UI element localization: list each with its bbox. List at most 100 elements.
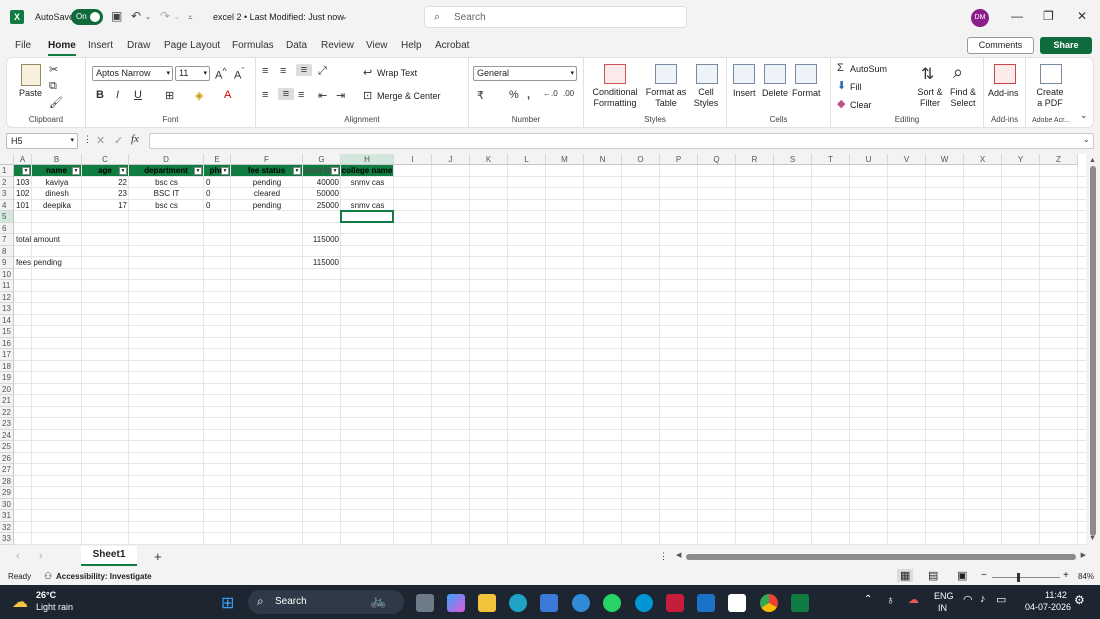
conditional-formatting-button[interactable]: Conditional Formatting [590, 87, 640, 109]
search-box[interactable]: ⌕ Search [424, 6, 687, 28]
row-header-3[interactable]: 3 [0, 188, 14, 200]
column-header-C[interactable]: C [82, 154, 129, 165]
zoom-out-icon[interactable]: − [981, 570, 987, 581]
table-header-H[interactable]: college name [341, 165, 393, 176]
filter-dropdown-A[interactable]: ▼ [22, 166, 30, 175]
title-chevron-icon[interactable]: ⌄ [341, 12, 348, 21]
tab-draw[interactable]: Draw [127, 40, 150, 51]
confirm-entry-icon[interactable]: ✓ [114, 134, 123, 147]
select-all-corner[interactable] [0, 154, 14, 165]
share-button[interactable]: Share [1040, 37, 1092, 54]
row-header-24[interactable]: 24 [0, 429, 14, 441]
whatsapp-icon[interactable] [603, 594, 621, 612]
avatar[interactable]: DM [971, 9, 989, 27]
cell-E4[interactable]: 0 [206, 200, 229, 211]
create-pdf-button[interactable]: Create a PDF [1034, 87, 1066, 109]
file-explorer-icon[interactable] [478, 594, 496, 612]
cell-D3[interactable]: BSC IT [131, 188, 202, 199]
cell-styles-icon[interactable] [696, 64, 718, 84]
percent-icon[interactable]: % [509, 89, 519, 101]
column-header-O[interactable]: O [622, 154, 660, 165]
conditional-formatting-icon[interactable] [604, 64, 626, 84]
filter-dropdown-B[interactable]: ▼ [72, 166, 80, 175]
accessibility-status[interactable]: Accessibility: Investigate [56, 572, 152, 581]
filter-dropdown-E[interactable]: ▼ [221, 166, 229, 175]
column-header-U[interactable]: U [850, 154, 888, 165]
row-header-19[interactable]: 19 [0, 372, 14, 384]
row-header-4[interactable]: 4 [0, 199, 14, 211]
cell-B3[interactable]: dinesh [34, 188, 80, 199]
format-cells-button[interactable]: Format [792, 88, 821, 99]
font-family-select[interactable]: Aptos Narrow ▾ [92, 66, 173, 81]
row-header-32[interactable]: 32 [0, 521, 14, 533]
column-header-J[interactable]: J [432, 154, 470, 165]
cell-E2[interactable]: 0 [206, 177, 229, 188]
zoom-level[interactable]: 84% [1078, 572, 1094, 581]
column-header-G[interactable]: G [303, 154, 341, 165]
redo-dropdown-icon[interactable]: ⌄ [174, 13, 180, 21]
font-color-icon[interactable]: A [224, 89, 231, 101]
italic-icon[interactable]: I [116, 89, 119, 101]
zoom-in-icon[interactable]: + [1063, 570, 1069, 581]
row-header-1[interactable]: 1 [0, 165, 14, 177]
app-icon-blue[interactable] [572, 594, 590, 612]
row-header-26[interactable]: 26 [0, 452, 14, 464]
underline-icon[interactable]: U [134, 89, 142, 101]
addins-icon[interactable] [994, 64, 1016, 84]
table-header-D[interactable]: department [129, 165, 203, 176]
column-header-X[interactable]: X [964, 154, 1002, 165]
insert-cells-icon[interactable] [733, 64, 755, 84]
tab-file[interactable]: File [15, 40, 31, 51]
row-header-20[interactable]: 20 [0, 383, 14, 395]
tab-insert[interactable]: Insert [88, 40, 113, 51]
decrease-indent-icon[interactable]: ⇤ [318, 89, 327, 102]
tab-formulas[interactable]: Formulas [232, 40, 274, 51]
wrap-text-button[interactable]: Wrap Text [377, 68, 417, 79]
row-header-5[interactable]: 5 [0, 211, 14, 223]
decrease-decimal-icon[interactable]: .00 [563, 89, 574, 98]
column-header-H[interactable]: H [341, 154, 394, 165]
sort-filter-button[interactable]: Sort & Filter [915, 87, 945, 109]
cell-A4[interactable]: 101 [16, 200, 30, 211]
row-header-30[interactable]: 30 [0, 498, 14, 510]
language-region[interactable]: IN [938, 603, 947, 613]
more-icon[interactable]: ⋮ [83, 134, 92, 145]
create-pdf-icon[interactable] [1040, 64, 1062, 84]
column-header-A[interactable]: A [14, 154, 32, 165]
cell-C2[interactable]: 22 [84, 177, 127, 188]
cell-G7[interactable]: 115000 [305, 234, 339, 245]
undo-dropdown-icon[interactable]: ⌄ [145, 13, 151, 21]
copilot-icon[interactable] [447, 594, 465, 612]
tab-help[interactable]: Help [401, 40, 422, 51]
column-header-N[interactable]: N [584, 154, 622, 165]
column-header-T[interactable]: T [812, 154, 850, 165]
cell-C4[interactable]: 17 [84, 200, 127, 211]
save-icon[interactable]: ▣ [111, 9, 122, 23]
clock-date[interactable]: 04-07-2026 [1025, 602, 1071, 612]
edge-icon[interactable] [509, 594, 527, 612]
sort-filter-icon[interactable]: ⇅ [921, 64, 934, 84]
align-top-icon[interactable]: ≡ [262, 65, 268, 77]
row-header-27[interactable]: 27 [0, 464, 14, 476]
row-header-15[interactable]: 15 [0, 326, 14, 338]
row-header-17[interactable]: 17 [0, 349, 14, 361]
redo-icon[interactable]: ↷ [160, 9, 170, 23]
row-header-8[interactable]: 8 [0, 245, 14, 257]
bold-icon[interactable]: B [96, 89, 104, 101]
hp-icon[interactable] [635, 594, 653, 612]
close-icon[interactable]: ✕ [1077, 9, 1087, 23]
find-select-button[interactable]: Find & Select [947, 87, 979, 109]
column-header-Q[interactable]: Q [698, 154, 736, 165]
minimize-icon[interactable]: — [1011, 9, 1023, 23]
column-header-D[interactable]: D [129, 154, 204, 165]
cell-F4[interactable]: pending [233, 200, 301, 211]
cancel-entry-icon[interactable]: ✕ [96, 134, 105, 147]
align-left-icon[interactable]: ≡ [262, 89, 268, 101]
vertical-scrollbar[interactable]: ▲ ▼ [1086, 154, 1100, 546]
undo-icon[interactable]: ↶ [131, 9, 141, 23]
store-icon[interactable] [540, 594, 558, 612]
cell-H2[interactable]: snmv cas [343, 177, 392, 188]
format-cells-icon[interactable] [795, 64, 817, 84]
number-format-select[interactable]: General ▾ [473, 66, 577, 81]
cell-G2[interactable]: 40000 [305, 177, 339, 188]
